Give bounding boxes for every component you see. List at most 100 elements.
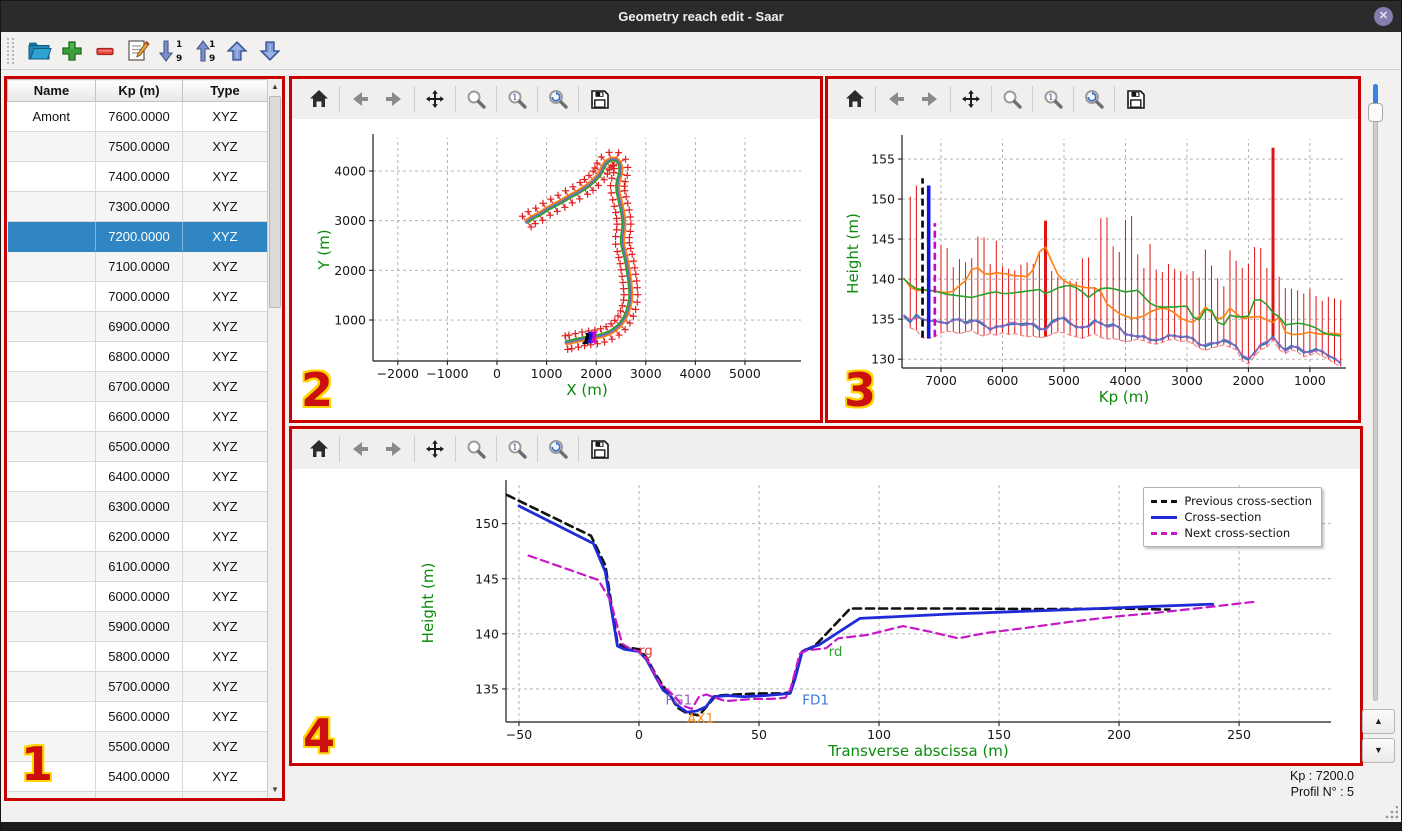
back-button[interactable] — [343, 82, 377, 116]
profile-slider-handle[interactable] — [1368, 103, 1383, 122]
profile-slider[interactable] — [1367, 84, 1385, 701]
table-cell[interactable]: XYZ — [182, 791, 267, 798]
table-row[interactable]: 7300.0000 XYZ — [7, 191, 267, 222]
table-cell[interactable]: 5800.0000 — [95, 641, 183, 672]
table-cell[interactable]: XYZ — [182, 461, 267, 492]
table-cell[interactable] — [7, 191, 96, 222]
back-button[interactable] — [879, 82, 913, 116]
pan-button[interactable] — [418, 432, 452, 466]
table-row[interactable]: 6800.0000 XYZ — [7, 341, 267, 372]
table-cell[interactable]: 6600.0000 — [95, 401, 183, 432]
table-cell[interactable] — [7, 491, 96, 522]
table-cell[interactable]: XYZ — [182, 251, 267, 282]
table-cell[interactable]: 7300.0000 — [95, 191, 183, 222]
table-row[interactable]: 6500.0000 XYZ — [7, 431, 267, 462]
table-cell[interactable]: 7000.0000 — [95, 281, 183, 312]
table-cell[interactable]: XYZ — [182, 401, 267, 432]
table-cell[interactable]: XYZ — [182, 581, 267, 612]
table-cell[interactable]: XYZ — [182, 671, 267, 702]
table-row[interactable]: 7400.0000 XYZ — [7, 161, 267, 192]
remove-button[interactable] — [88, 35, 121, 67]
edit-button[interactable] — [121, 35, 154, 67]
scroll-up-icon[interactable]: ▲ — [268, 79, 282, 95]
table-row[interactable]: 6600.0000 XYZ — [7, 401, 267, 432]
table-row[interactable]: 7200.0000 XYZ — [7, 221, 267, 252]
table-cell[interactable] — [7, 611, 96, 642]
sort-numeric-desc-button[interactable]: 1 9 — [154, 35, 187, 67]
table-cell[interactable]: 5600.0000 — [95, 701, 183, 732]
table-cell[interactable]: 6200.0000 — [95, 521, 183, 552]
back-button[interactable] — [343, 432, 377, 466]
table-cell[interactable]: XYZ — [182, 191, 267, 222]
table-cell[interactable]: XYZ — [182, 491, 267, 522]
table-cell[interactable]: XYZ — [182, 431, 267, 462]
zoom-one-button[interactable]: 1 — [1036, 82, 1070, 116]
table-cell[interactable] — [7, 551, 96, 582]
zoom-one-button[interactable]: 1 — [500, 82, 534, 116]
table-cell[interactable] — [7, 521, 96, 552]
table-row[interactable]: 6300.0000 XYZ — [7, 491, 267, 522]
table-row[interactable]: 7000.0000 XYZ — [7, 281, 267, 312]
table-cell[interactable]: XYZ — [182, 551, 267, 582]
table-row[interactable]: 7500.0000 XYZ — [7, 131, 267, 162]
forward-button[interactable] — [913, 82, 947, 116]
zoom-one-button[interactable]: 1 — [500, 432, 534, 466]
table-cell[interactable]: 6500.0000 — [95, 431, 183, 462]
table-cell[interactable] — [7, 641, 96, 672]
table-cell[interactable]: XYZ — [182, 221, 267, 252]
table-cell[interactable]: 5900.0000 — [95, 611, 183, 642]
table-cell[interactable]: 6700.0000 — [95, 371, 183, 402]
table-cell[interactable]: 7600.0000 — [95, 101, 183, 132]
cross-section-figure[interactable]: −50 0 50 100 150 200 250 135 140 145 150 Transverse… — [292, 469, 1360, 763]
table-cell[interactable]: 7500.0000 — [95, 131, 183, 162]
table-cell[interactable]: 6400.0000 — [95, 461, 183, 492]
zoom-fit-button[interactable] — [541, 82, 575, 116]
table-cell[interactable]: 5300.0000 — [95, 791, 183, 798]
table-scrollbar[interactable]: ▲ ▼ — [267, 79, 282, 798]
table-row[interactable]: 6400.0000 XYZ — [7, 461, 267, 492]
sort-numeric-asc-button[interactable]: 1 9 — [187, 35, 220, 67]
toolbar-grip[interactable] — [7, 37, 14, 64]
move-up-button[interactable] — [220, 35, 253, 67]
save-button[interactable] — [1118, 82, 1152, 116]
save-button[interactable] — [582, 432, 616, 466]
column-header-kp[interactable]: Kp (m) — [95, 79, 183, 102]
table-cell[interactable] — [7, 401, 96, 432]
table-row[interactable]: Amont 7600.0000 XYZ — [7, 101, 267, 132]
table-cell[interactable]: 5400.0000 — [95, 761, 183, 792]
table-cell[interactable] — [7, 371, 96, 402]
table-cell[interactable]: XYZ — [182, 281, 267, 312]
home-button[interactable] — [302, 82, 336, 116]
table-cell[interactable]: 7400.0000 — [95, 161, 183, 192]
table-cell[interactable]: XYZ — [182, 611, 267, 642]
pan-button[interactable] — [418, 82, 452, 116]
table-cell[interactable] — [7, 431, 96, 462]
scroll-down-icon[interactable]: ▼ — [268, 782, 282, 798]
table-cell[interactable]: 6100.0000 — [95, 551, 183, 582]
pan-button[interactable] — [954, 82, 988, 116]
forward-button[interactable] — [377, 432, 411, 466]
table-cell[interactable] — [7, 671, 96, 702]
table-cell[interactable]: 7200.0000 — [95, 221, 183, 252]
table-cell[interactable]: 5700.0000 — [95, 671, 183, 702]
table-cell[interactable] — [7, 221, 96, 252]
profile-slider-track[interactable] — [1373, 84, 1378, 701]
home-button[interactable] — [838, 82, 872, 116]
table-cell[interactable] — [7, 131, 96, 162]
table-cell[interactable]: 6800.0000 — [95, 341, 183, 372]
zoom-fit-button[interactable] — [1077, 82, 1111, 116]
table-cell[interactable]: 6300.0000 — [95, 491, 183, 522]
table-row[interactable]: 6000.0000 XYZ — [7, 581, 267, 612]
table-row[interactable]: 6900.0000 XYZ — [7, 311, 267, 342]
table-scrollbar-thumb[interactable] — [269, 96, 281, 308]
profile-up-button[interactable]: ▲ — [1362, 709, 1395, 734]
table-cell[interactable] — [7, 281, 96, 312]
table-row[interactable]: 5800.0000 XYZ — [7, 641, 267, 672]
table-cell[interactable]: XYZ — [182, 701, 267, 732]
table-cell[interactable]: 5500.0000 — [95, 731, 183, 762]
resize-grip[interactable] — [1384, 806, 1398, 820]
longitudinal-figure[interactable]: 7000 6000 5000 4000 3000 2000 1000 130 135 140 145… — [828, 119, 1358, 420]
table-cell[interactable] — [7, 581, 96, 612]
table-row[interactable]: 6200.0000 XYZ — [7, 521, 267, 552]
table-cell[interactable] — [7, 461, 96, 492]
